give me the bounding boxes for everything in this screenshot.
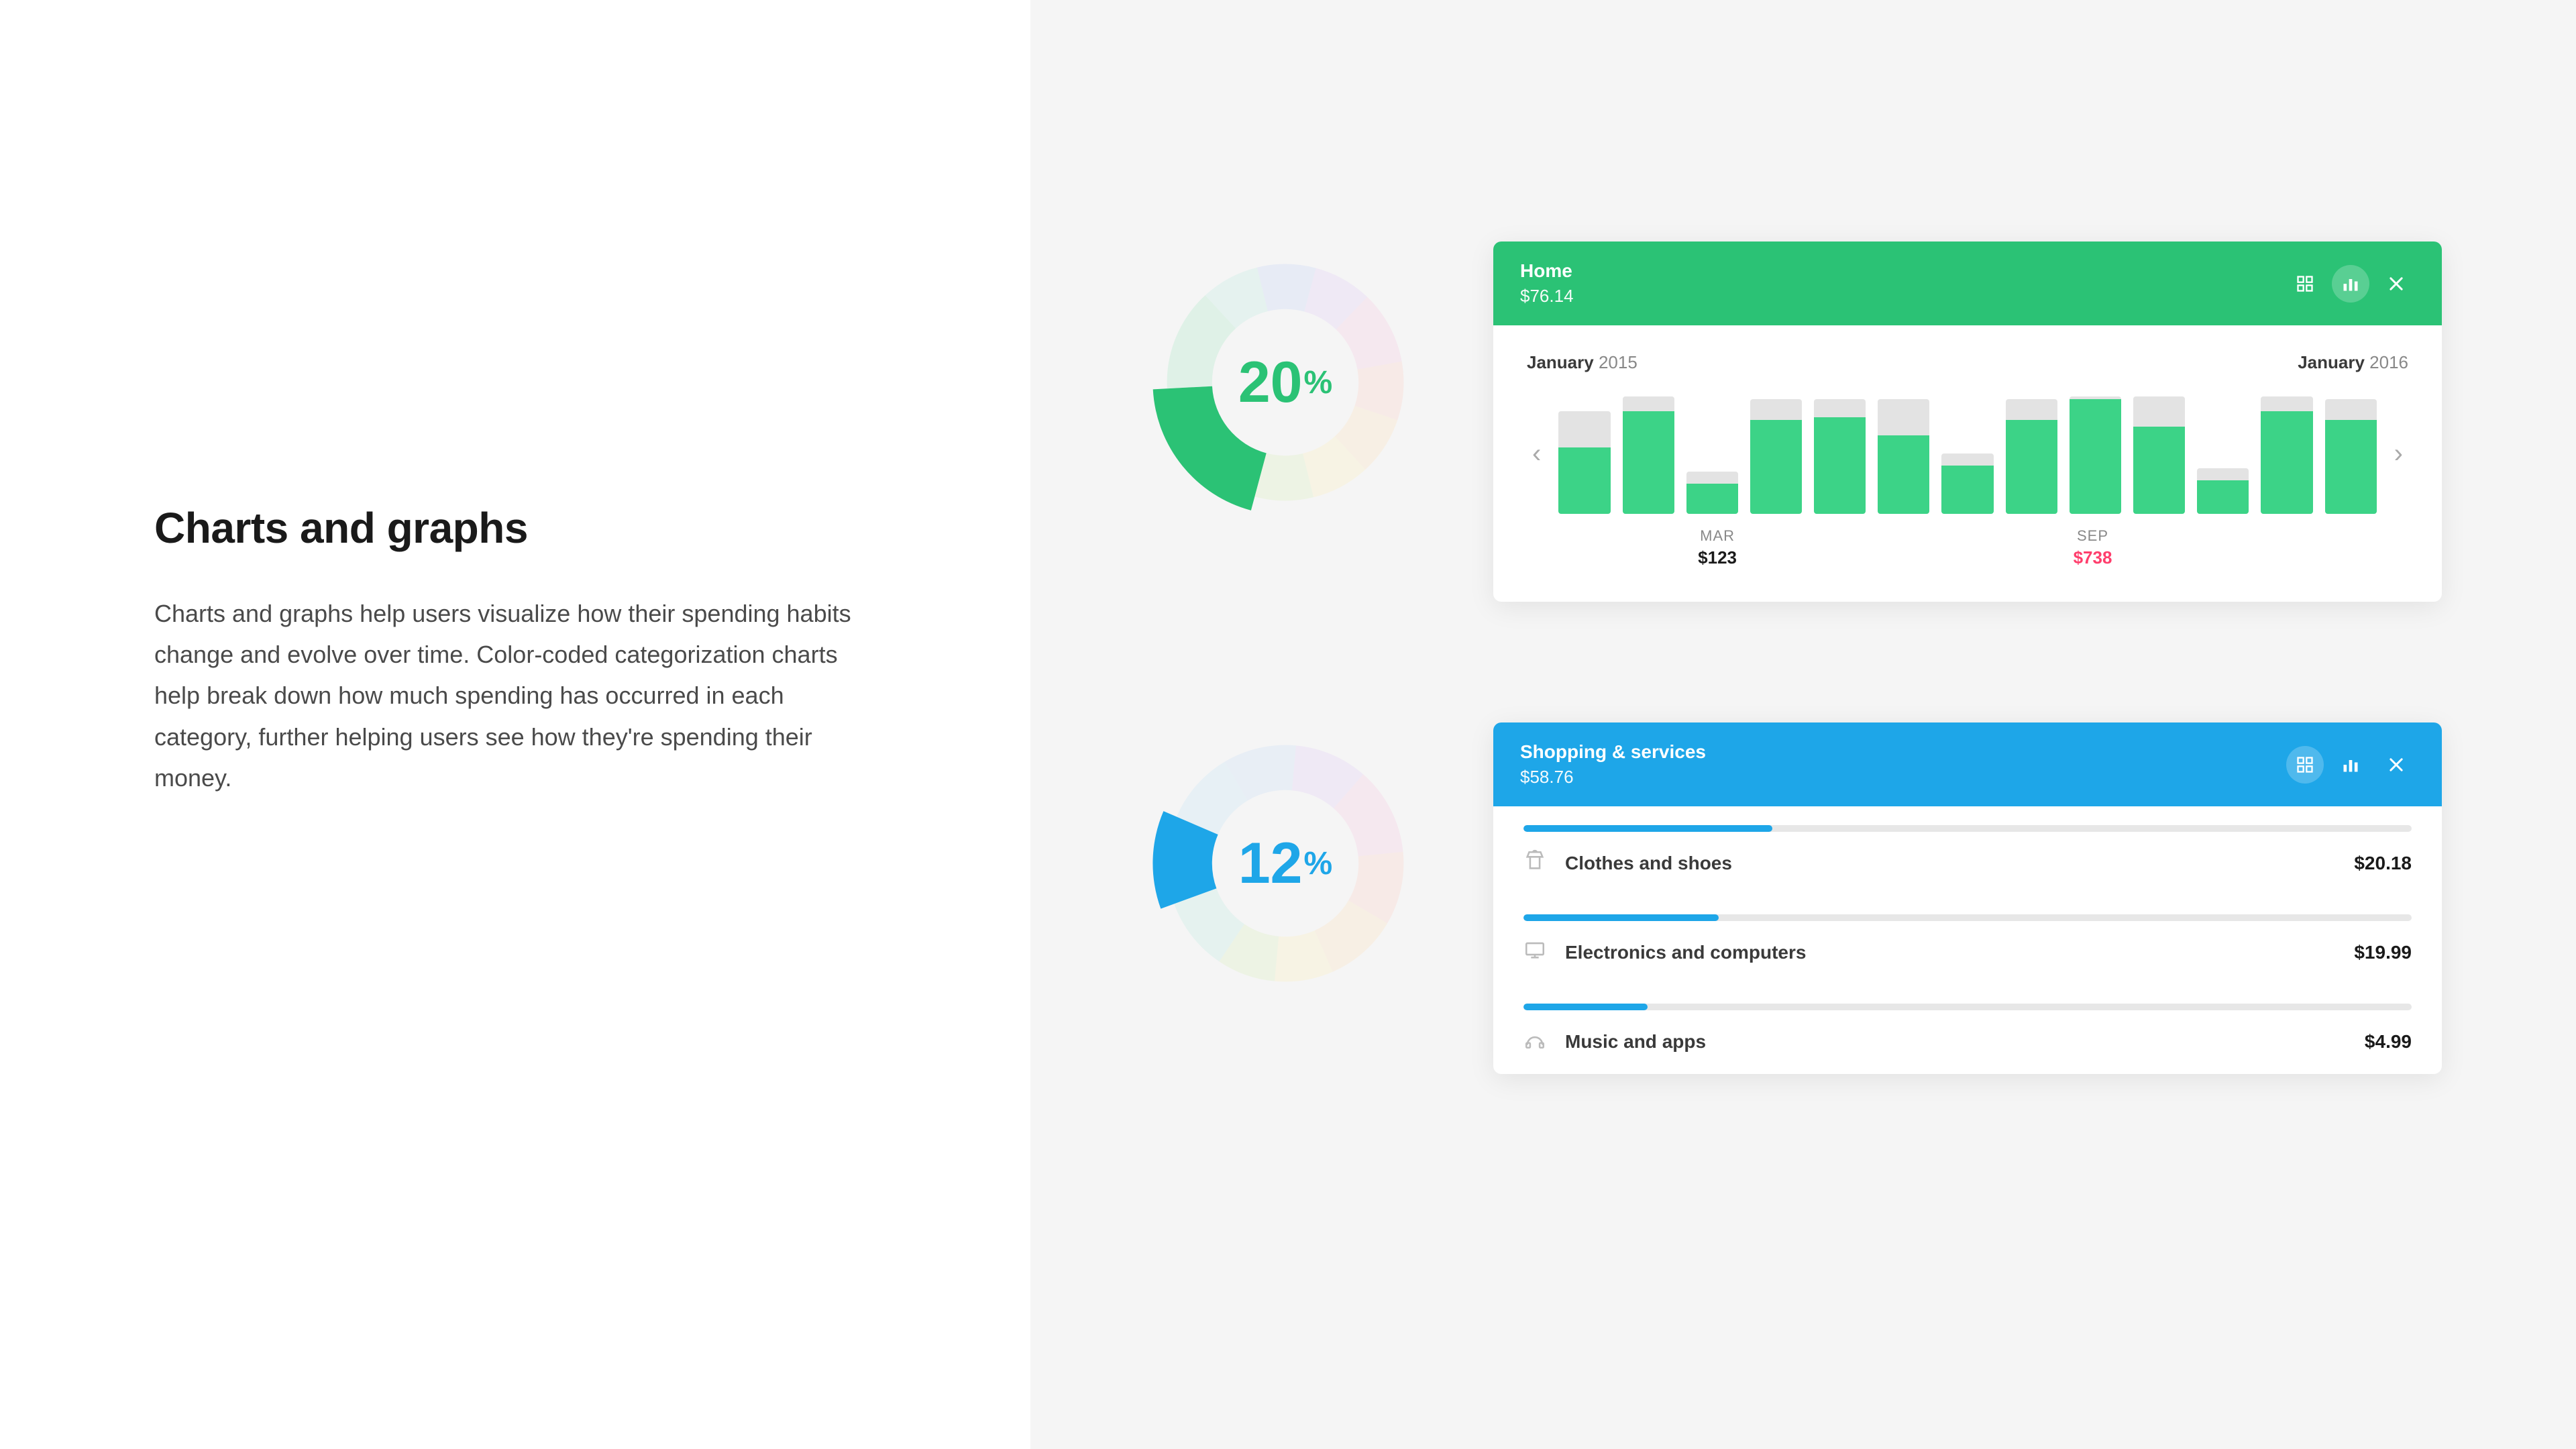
next-period-button[interactable]: › <box>2389 439 2408 469</box>
home-donut-center-label: 20% <box>1144 241 1426 523</box>
bar-month-label: MAR$123 <box>1692 527 1742 568</box>
bar-month-label <box>1629 527 1680 568</box>
shopping-card: Shopping & services $58.76 <box>1493 722 2442 1074</box>
bar-month-label <box>1942 527 1992 568</box>
bar-month-label <box>2005 527 2055 568</box>
home-card-actions <box>2286 265 2415 303</box>
shopping-card-header: Shopping & services $58.76 <box>1493 722 2442 806</box>
close-button[interactable] <box>2377 746 2415 784</box>
bar-column[interactable] <box>1941 393 1993 514</box>
category-name: Music and apps <box>1565 1031 1706 1053</box>
progress-track <box>1523 825 2412 832</box>
bar-column[interactable] <box>2070 393 2121 514</box>
category-icon <box>1523 938 1546 966</box>
bar-column[interactable] <box>1686 393 1738 514</box>
progress-track <box>1523 1004 2412 1010</box>
bar-chart-icon <box>2341 755 2360 774</box>
bar-column[interactable] <box>1558 393 1610 514</box>
list-item[interactable]: Electronics and computers $19.99 <box>1493 896 2442 985</box>
shopping-donut-center-label: 12% <box>1144 722 1426 1004</box>
list-item[interactable]: Music and apps $4.99 <box>1493 985 2442 1074</box>
category-amount: $20.18 <box>2354 853 2412 874</box>
bar-month-label <box>2255 527 2306 568</box>
shopping-demo-row: 12% Shopping & services $58.76 <box>1144 722 2442 1074</box>
monthly-bars <box>1558 393 2376 514</box>
category-icon <box>1523 1028 1546 1055</box>
monthly-bar-labels: MAR$123 SEP$738 <box>1527 527 2408 568</box>
bar-month-label <box>1567 527 1617 568</box>
grid-icon <box>2296 274 2314 293</box>
bar-column[interactable] <box>2325 393 2377 514</box>
bar-column[interactable] <box>1814 393 1866 514</box>
bar-month-label <box>2130 527 2180 568</box>
bar-month-label <box>2192 527 2243 568</box>
progress-fill <box>1523 1004 1648 1010</box>
bar-column[interactable] <box>2261 393 2312 514</box>
grid-view-button[interactable] <box>2286 265 2324 303</box>
home-donut-chart: 20% <box>1144 241 1426 523</box>
page-description: Charts and graphs help users visualize h… <box>154 593 859 798</box>
shopping-donut-chart: 12% <box>1144 722 1426 1004</box>
shopping-card-actions <box>2286 746 2415 784</box>
category-amount: $19.99 <box>2354 942 2412 963</box>
close-icon <box>2387 755 2406 774</box>
category-amount: $4.99 <box>2365 1031 2412 1053</box>
bar-month-label <box>2318 527 2368 568</box>
chart-view-button[interactable] <box>2332 265 2369 303</box>
progress-fill <box>1523 825 1772 832</box>
list-item[interactable]: Clothes and shoes $20.18 <box>1493 806 2442 896</box>
chart-view-button[interactable] <box>2332 746 2369 784</box>
bar-month-label <box>1755 527 1805 568</box>
home-card-amount: $76.14 <box>1520 286 1574 307</box>
close-icon <box>2387 274 2406 293</box>
prev-period-button[interactable]: ‹ <box>1527 439 1546 469</box>
bar-column[interactable] <box>1750 393 1802 514</box>
bar-column[interactable] <box>2197 393 2249 514</box>
category-icon <box>1523 849 1546 877</box>
shopping-card-title: Shopping & services <box>1520 741 1706 763</box>
bar-column[interactable] <box>1623 393 1674 514</box>
progress-fill <box>1523 914 1719 921</box>
category-name: Clothes and shoes <box>1565 853 1732 874</box>
home-demo-row: 20% Home $76.14 <box>1144 241 2442 602</box>
grid-icon <box>2296 755 2314 774</box>
description-pane: Charts and graphs Charts and graphs help… <box>0 0 1030 1449</box>
bar-month-label <box>1817 527 1868 568</box>
home-card-body: January 2015 January 2016 ‹ › MAR$123 SEP… <box>1493 325 2442 602</box>
page-title: Charts and graphs <box>154 503 896 553</box>
close-button[interactable] <box>2377 265 2415 303</box>
progress-track <box>1523 914 2412 921</box>
home-card-title: Home <box>1520 260 1574 282</box>
period-range: January 2015 January 2016 <box>1527 352 2408 373</box>
home-card: Home $76.14 January 2015 <box>1493 241 2442 602</box>
home-card-header: Home $76.14 <box>1493 241 2442 325</box>
grid-view-button[interactable] <box>2286 746 2324 784</box>
bar-column[interactable] <box>2006 393 2057 514</box>
bar-column[interactable] <box>1878 393 1929 514</box>
bar-month-label: SEP$738 <box>2068 527 2118 568</box>
shopping-card-amount: $58.76 <box>1520 767 1706 788</box>
bar-chart-icon <box>2341 274 2360 293</box>
bar-month-label <box>1880 527 1930 568</box>
shopping-breakdown-list: Clothes and shoes $20.18 Electronics and… <box>1493 806 2442 1074</box>
bar-column[interactable] <box>2133 393 2185 514</box>
category-name: Electronics and computers <box>1565 942 1806 963</box>
demo-pane: 20% Home $76.14 <box>1030 0 2576 1449</box>
